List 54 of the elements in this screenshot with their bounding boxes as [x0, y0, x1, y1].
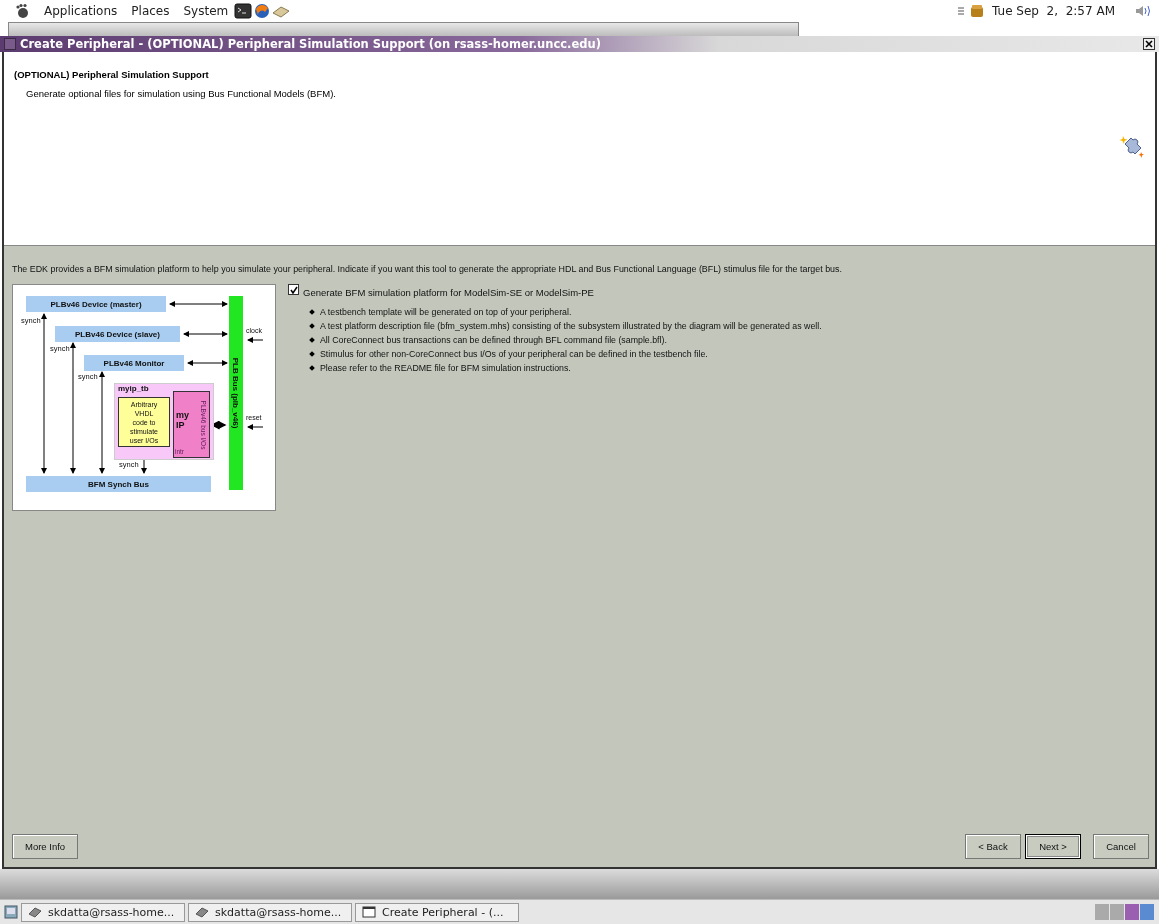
back-button[interactable]: < Back: [965, 834, 1021, 859]
bullet-icon: [309, 337, 315, 343]
panel-menu[interactable]: System: [183, 4, 229, 18]
terminal-icon[interactable]: [234, 3, 253, 19]
speaker-icon[interactable]: [1135, 4, 1153, 18]
panel-menu[interactable]: Places: [131, 4, 170, 18]
bus-arrow: [183, 331, 228, 337]
clock-text[interactable]: Tue Sep 2, 2:57 AM: [992, 4, 1115, 18]
bullet-icon: [309, 309, 315, 315]
taskbar-button[interactable]: skdatta@rsass-home...: [21, 902, 185, 922]
checkbox[interactable]: [288, 284, 299, 295]
shell-icon: [28, 906, 42, 918]
bullet-text: Stimulus for other non-CoreConnect bus I/Os of your peripheral can be defined in the testbench file.: [320, 349, 708, 359]
checkbox-label[interactable]: Generate BFM simulation platform for ModelSim-SE or ModelSim-PE: [303, 287, 594, 298]
next-button[interactable]: Next >: [1025, 834, 1081, 859]
shell-icon: [195, 906, 209, 918]
bag-icon[interactable]: [970, 4, 985, 18]
reset-arrow: [247, 424, 264, 430]
bus-arrow: [187, 360, 228, 366]
taskbar-button[interactable]: Create Peripheral - (...: [355, 902, 519, 922]
bullet-text: Please refer to the README file for BFM simulation instructions.: [320, 363, 571, 373]
bullet-icon: [309, 351, 315, 357]
close-button[interactable]: [1143, 38, 1155, 50]
clock-arrow: [247, 337, 264, 343]
core-block: [173, 391, 210, 458]
bullet-text: All CoreConnect bus transactions can be defined through BFL command file (sample.bfl).: [320, 335, 667, 345]
window-title: Create Peripheral - (OPTIONAL) Peripheral Simulation Support (on rsass-homer.uncc.edu): [20, 37, 601, 51]
puzzle-icon: [1119, 134, 1145, 160]
synch-bus: BFM Synch Bus: [26, 476, 211, 492]
plb-bus: PLB Bus (plb_v46): [229, 296, 243, 490]
info-button[interactable]: More Info: [12, 834, 79, 859]
device-block: PLBv46 Device (slave): [55, 326, 180, 342]
window-icon: [362, 906, 376, 918]
globe-icon[interactable]: [254, 3, 271, 19]
workspace-switcher-icon[interactable]: [1095, 903, 1155, 921]
show-desktop-icon[interactable]: [4, 905, 18, 919]
bullet-icon: [309, 365, 315, 371]
device-block: PLBv46 Monitor: [84, 355, 184, 371]
bullet-text: A testbench template will be generated on top of your peripheral.: [320, 307, 572, 317]
page-description: Generate optional files for simulation using Bus Functional Models (BFM).: [26, 88, 337, 99]
window-menu-icon[interactable]: [4, 38, 16, 50]
intro-text: The EDK provides a BFM simulation platform to help you simulate your peripheral. Indicate if you want this tool to generate the appropriate HDL and Bus Functional Language (BFL) stimulus file for the target bus.: [12, 264, 843, 274]
core-label: my IP: [176, 411, 189, 431]
bus-arrow: [169, 301, 228, 307]
testbench-label: myip_tb: [118, 385, 149, 394]
panel-menu[interactable]: Applications: [44, 4, 118, 18]
menu-icon[interactable]: [958, 7, 965, 15]
foot-logo-icon[interactable]: [14, 3, 30, 19]
cancel-button[interactable]: Cancel: [1093, 834, 1149, 859]
bullet-icon: [309, 323, 315, 329]
taskbar-button[interactable]: skdatta@rsass-home...: [188, 902, 352, 922]
device-block: PLBv46 Device (master): [26, 296, 166, 312]
page-title: (OPTIONAL) Peripheral Simulation Support: [14, 69, 210, 80]
bullet-text: A test platform description file (bfm_system.mhs) consisting of the subsystem illustrated by the diagram will be generated as well.: [320, 321, 822, 331]
